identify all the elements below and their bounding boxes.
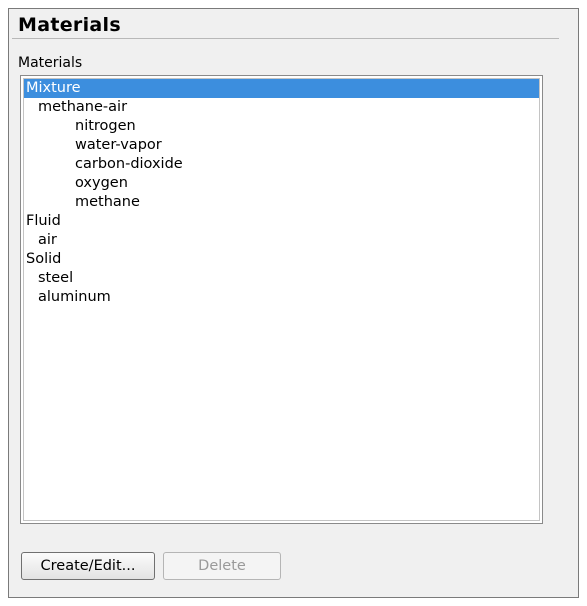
tree-item-label: air — [38, 232, 57, 248]
tree-item-methane-air[interactable]: methane-air — [24, 98, 539, 117]
tree-item-label: carbon-dioxide — [75, 156, 183, 172]
tree-item-steel[interactable]: steel — [24, 269, 539, 288]
tree-item-label: water-vapor — [75, 137, 162, 153]
tree-item-aluminum[interactable]: aluminum — [24, 288, 539, 307]
tree-item-label: oxygen — [75, 175, 128, 191]
tree-item-oxygen[interactable]: oxygen — [24, 174, 539, 193]
tree-item-carbon-dioxide[interactable]: carbon-dioxide — [24, 155, 539, 174]
panel-title: Materials — [18, 14, 121, 36]
materials-list-label: Materials — [18, 55, 83, 71]
tree-item-label: methane-air — [38, 99, 128, 115]
tree-item-methane[interactable]: methane — [24, 193, 539, 212]
tree-item-label: Fluid — [26, 213, 61, 229]
tree-category-mixture[interactable]: Mixture — [24, 79, 539, 98]
delete-button[interactable]: Delete — [163, 552, 281, 580]
materials-tree-viewport: Mixture methane-air nitrogen water-vapor… — [23, 78, 540, 521]
materials-tree-list[interactable]: Mixture methane-air nitrogen water-vapor… — [20, 75, 543, 524]
create-edit-button[interactable]: Create/Edit... — [21, 552, 155, 580]
tree-item-air[interactable]: air — [24, 231, 539, 250]
title-divider — [12, 38, 559, 39]
tree-item-label: nitrogen — [75, 118, 136, 134]
tree-item-label: Mixture — [26, 80, 81, 96]
tree-item-label: steel — [38, 270, 74, 286]
tree-category-fluid[interactable]: Fluid — [24, 212, 539, 231]
tree-item-nitrogen[interactable]: nitrogen — [24, 117, 539, 136]
tree-item-label: methane — [75, 194, 140, 210]
tree-category-solid[interactable]: Solid — [24, 250, 539, 269]
tree-item-label: Solid — [26, 251, 62, 267]
tree-item-label: aluminum — [38, 289, 111, 305]
tree-item-water-vapor[interactable]: water-vapor — [24, 136, 539, 155]
